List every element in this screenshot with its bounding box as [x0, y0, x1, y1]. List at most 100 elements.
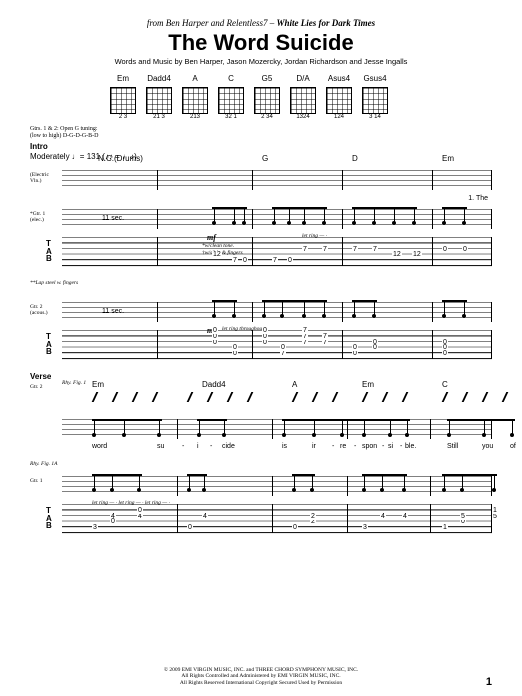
- cpy-l3: All Rights Reserved International Copyri…: [0, 680, 522, 686]
- lyric-syllable: i: [197, 443, 199, 450]
- tab-fret: 0: [287, 257, 293, 264]
- lyric-syllable: of: [510, 443, 516, 450]
- intro-label: Intro: [30, 142, 492, 151]
- verse-staff-vocal: wordsu-i-cideisir-re-spon-si-ble.Stillyo…: [30, 413, 492, 445]
- tuning-l2: (low to high) D-G-D-G-B-D: [30, 133, 492, 140]
- chord-diagram: D/A1324: [290, 74, 316, 120]
- intro-section: Intro Moderately ♩= 131 (♪♪ = ♩♪) (Elect…: [30, 142, 492, 364]
- tab-fret: 3: [362, 524, 368, 531]
- chord-diagram: Em2 3: [110, 74, 136, 120]
- verse-staff-gtr1: Rhy. Fig. 1A Gtr. 1 let ring — · let rin…: [30, 452, 492, 538]
- page-title: The Word Suicide: [30, 30, 492, 56]
- tuning-l1: Gtrs. 1 & 2: Open G tuning:: [30, 126, 492, 133]
- tab-fret: 7: [302, 327, 308, 334]
- tab-fret: 4: [402, 513, 408, 520]
- tab-fret: 7: [352, 246, 358, 253]
- rhythm-slash: [132, 392, 138, 402]
- lyric-syllable: ble.: [405, 443, 416, 450]
- verse-section: Verse Gtr. 2 EmDadd4AEmC Rhy. Fig. 1 wor…: [30, 372, 492, 538]
- end-lyric: 1. The: [468, 195, 488, 202]
- tab-fret: 0: [137, 507, 143, 514]
- lyric-syllable: -: [210, 443, 212, 450]
- rhy-fig-1: Rhy. Fig. 1: [62, 380, 86, 386]
- page-number: 1: [486, 676, 492, 688]
- rhythm-slash: [402, 392, 408, 402]
- rhy-fig-1a: Rhy. Fig. 1A: [30, 461, 58, 467]
- rhythm-slash: [227, 392, 233, 402]
- tab-fret: 4: [380, 513, 386, 520]
- tab-fret: 0: [352, 344, 358, 351]
- rhythm-slash: [292, 392, 298, 402]
- tab-fret: 0: [212, 327, 218, 334]
- tab-fret: 12: [412, 251, 422, 258]
- rhythm-slash: [362, 392, 368, 402]
- intro-staff-2: *Gtr. 1 (elec.) 11 sec. mf *w/clean tone…: [30, 203, 492, 289]
- tab-fret: 5: [460, 513, 466, 520]
- chord-diagram: G52 34: [254, 74, 280, 120]
- tab-1: TAB 1270707777121200: [62, 237, 492, 271]
- tab-2: TAB 0000000070777770000000: [62, 330, 492, 364]
- album-line: from Ben Harper and Relentless7 – White …: [30, 18, 492, 28]
- tab-fret: 0: [280, 344, 286, 351]
- rhythm-slash: [92, 392, 98, 402]
- lyric-syllable: ir: [312, 443, 316, 450]
- lyric-syllable: su: [157, 443, 164, 450]
- lyric-syllable: re: [340, 443, 346, 450]
- tab-fret: 3: [92, 524, 98, 531]
- lyric-syllable: -: [332, 443, 334, 450]
- gtr2-label: Gtr. 2: [30, 384, 60, 390]
- chord-diagram: Asus4 124: [326, 74, 352, 120]
- credits: Words and Music by Ben Harper, Jason Moz…: [30, 57, 492, 66]
- tab-fret: 7: [272, 257, 278, 264]
- intro-staff-4: Gtr. 2 (acous.) 11 sec. mf let ring thro…: [30, 296, 492, 364]
- chord-symbol: D: [352, 154, 358, 163]
- lyric-syllable: you: [482, 443, 493, 450]
- tab-fret: 4: [202, 513, 208, 520]
- lyric-syllable: word: [92, 443, 107, 450]
- chord-diagram-row: Em2 3Dadd421 3A213C32 1G52 34D/A1324Asus…: [110, 74, 492, 120]
- rhythm-slash: [462, 392, 468, 402]
- chord-symbol: G: [262, 154, 268, 163]
- header: from Ben Harper and Relentless7 – White …: [30, 18, 492, 66]
- lyric-syllable: is: [282, 443, 287, 450]
- rhythm-slash: [332, 392, 338, 402]
- copyright: © 2009 EMI VIRGIN MUSIC, INC. and THREE …: [0, 667, 522, 686]
- album-title: White Lies for Dark Times: [276, 18, 375, 28]
- tab-fret: 7: [322, 333, 328, 340]
- tab-fret: 2: [310, 513, 316, 520]
- tab-fret: 0: [187, 524, 193, 531]
- chord-symbol: (Drums): [114, 154, 143, 163]
- tab-3: TAB 340400402234410551: [62, 504, 492, 538]
- chord-symbol: Em: [442, 154, 454, 163]
- staff4-label: Gtr. 2 (acous.): [30, 304, 60, 316]
- rhythm-slash: [312, 392, 318, 402]
- tab-fret: 0: [292, 524, 298, 531]
- chord-diagram: A213: [182, 74, 208, 120]
- tuning-note: Gtrs. 1 & 2: Open G tuning: (low to high…: [30, 126, 492, 140]
- rhythm-slash: [187, 392, 193, 402]
- gtr1-label: Gtr. 1: [30, 478, 60, 484]
- lyric-syllable: si: [388, 443, 393, 450]
- tab-fret: 7: [322, 246, 328, 253]
- tab-fret: 0: [232, 344, 238, 351]
- tab-fret: 12: [392, 251, 402, 258]
- lyric-syllable: -: [354, 443, 356, 450]
- lyric-syllable: cide: [222, 443, 235, 450]
- lyric-syllable: spon: [362, 443, 377, 450]
- tab-fret: 12: [212, 251, 222, 258]
- staff1-label: (Electric Vln.): [30, 172, 60, 184]
- lyric-syllable: -: [382, 443, 384, 450]
- album-prefix: from Ben Harper and Relentless7 –: [147, 18, 274, 28]
- rhythm-slash: [112, 392, 118, 402]
- verse-staff-rhy1: Gtr. 2 EmDadd4AEmC Rhy. Fig. 1: [30, 382, 492, 406]
- tab-fret: 0: [262, 327, 268, 334]
- rhythm-slash: [382, 392, 388, 402]
- chord-diagram: Dadd421 3: [146, 74, 172, 120]
- tab-fret: 1: [442, 524, 448, 531]
- tab-fret: 7: [302, 246, 308, 253]
- staff3-label: **Lap steel w. fingers: [30, 280, 78, 286]
- tab-fret: 1: [492, 507, 498, 514]
- staff2-label: *Gtr. 1 (elec.): [30, 211, 60, 223]
- rhythm-slash: [247, 392, 253, 402]
- chord-diagram: Gsus43 14: [362, 74, 388, 120]
